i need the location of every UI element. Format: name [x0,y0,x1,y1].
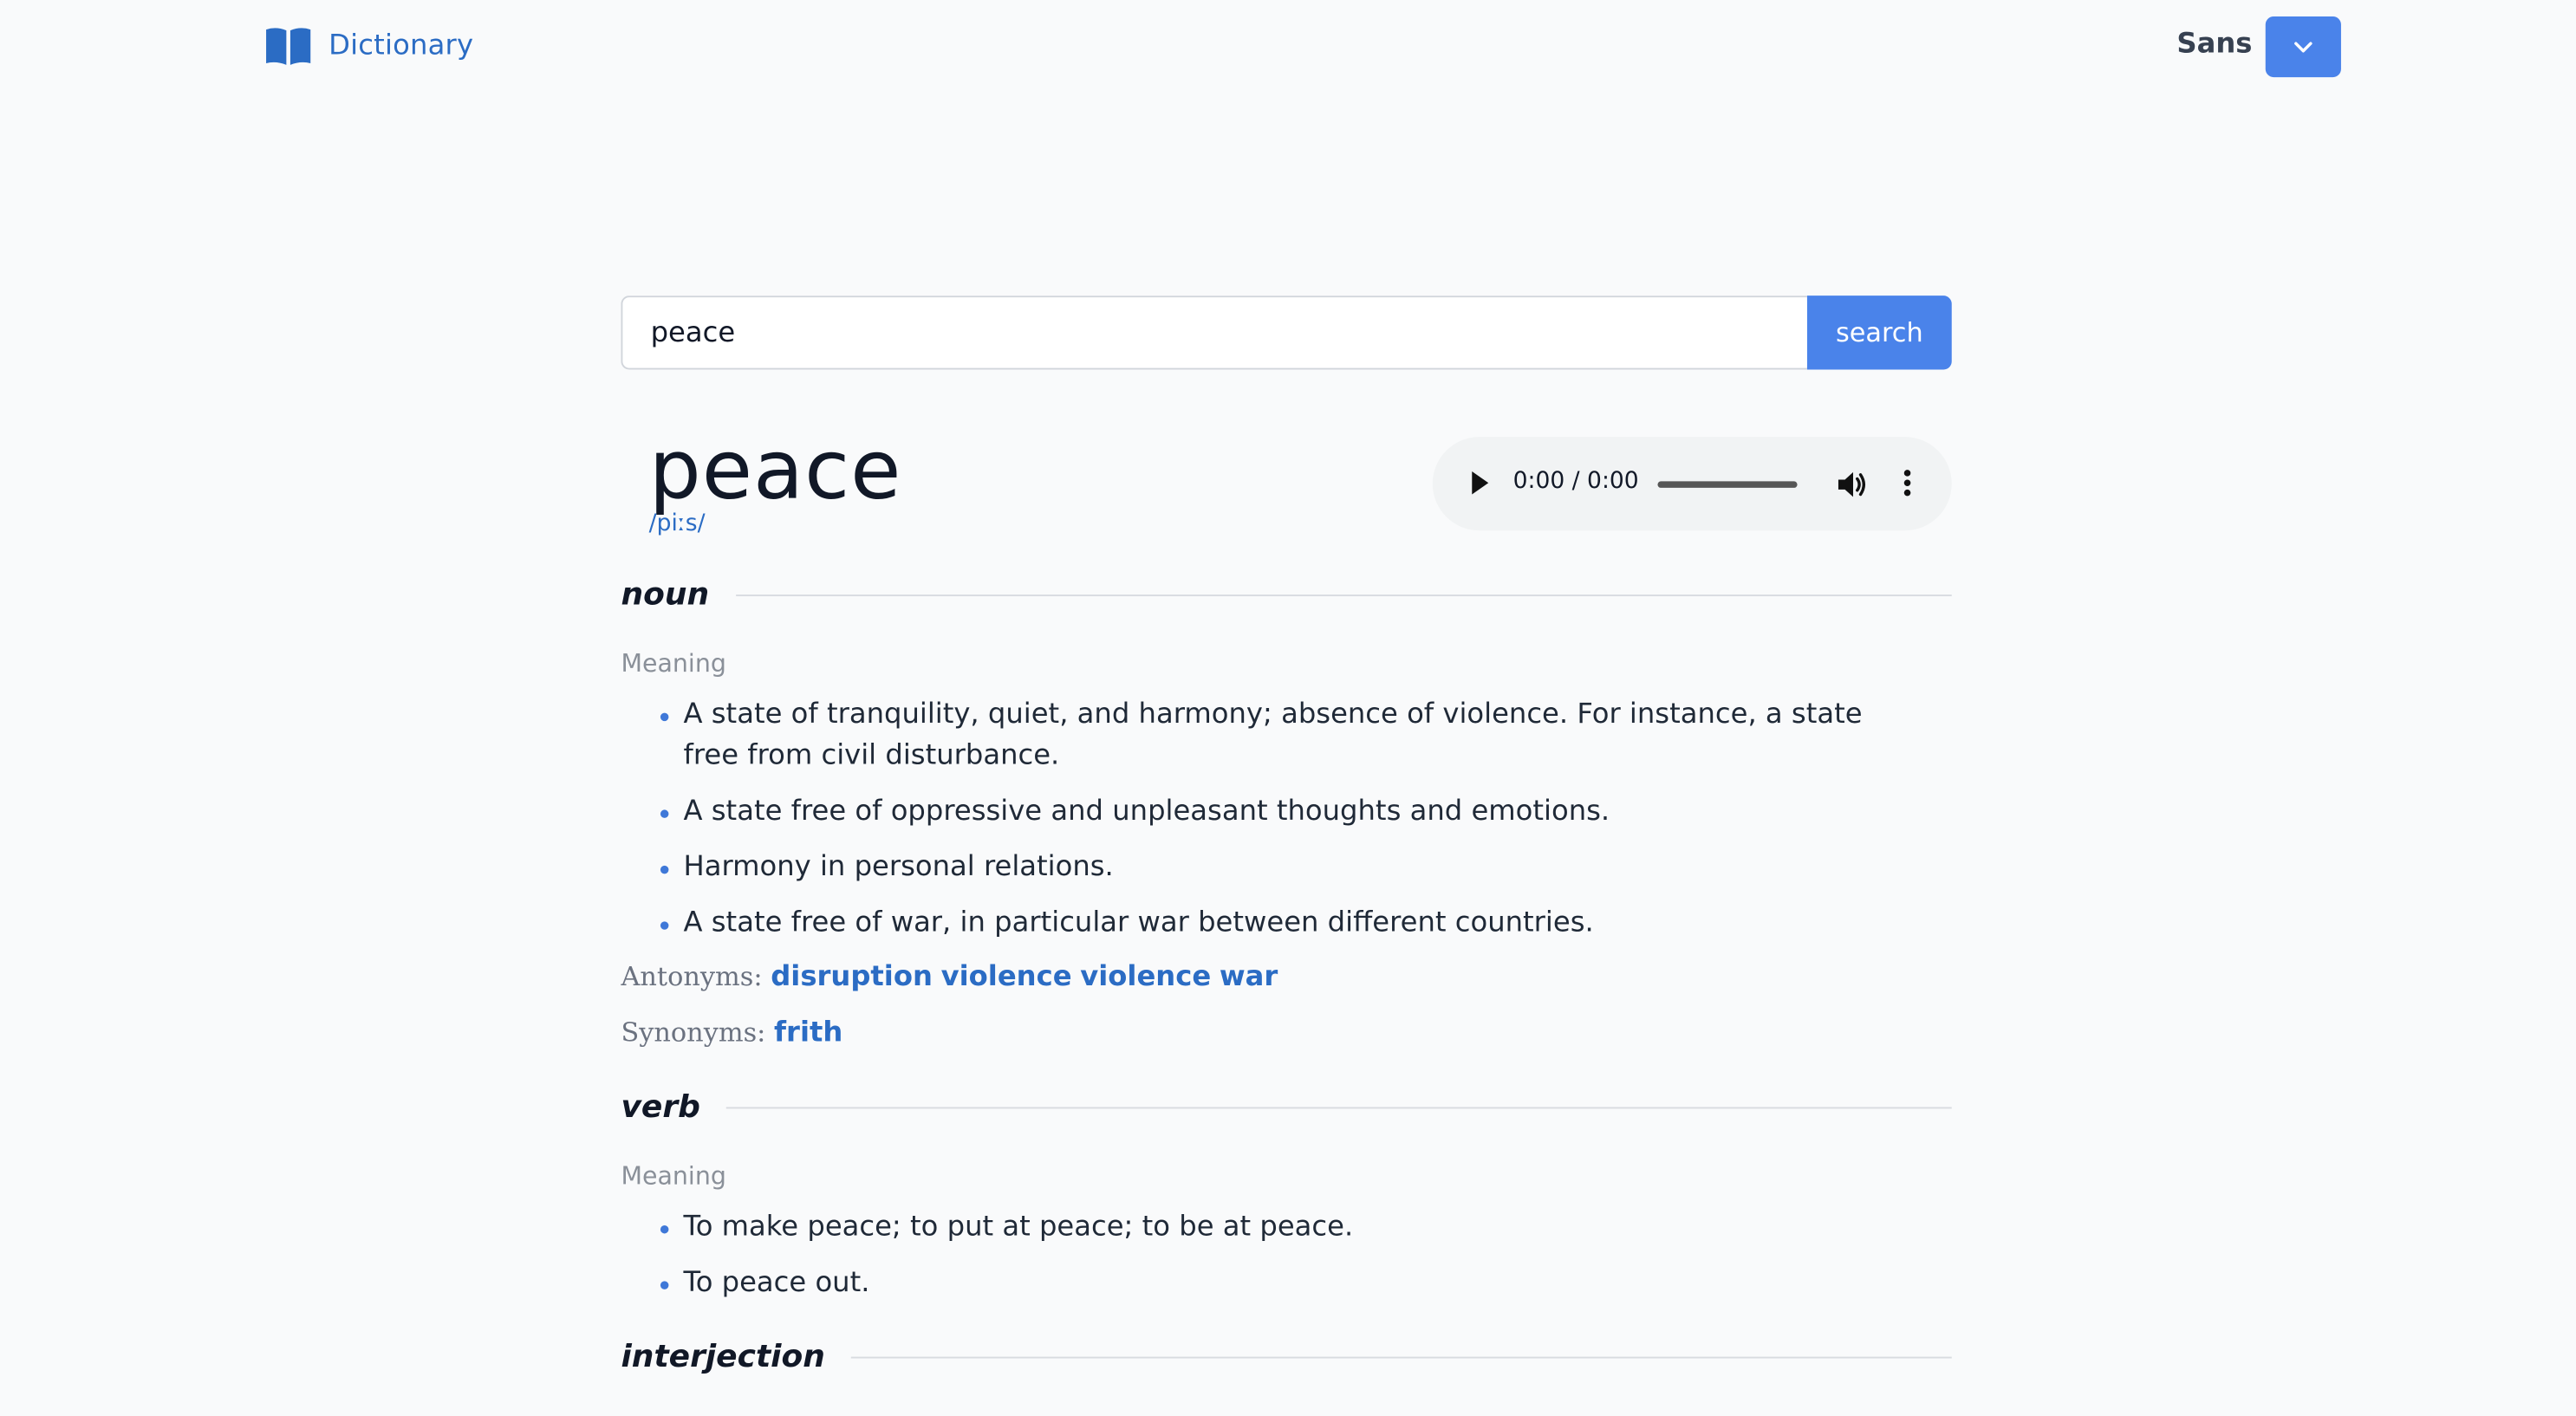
definition-list-noun: A state of tranquility, quiet, and harmo… [621,695,1918,959]
brand-link[interactable]: Dictionary [264,26,473,65]
meaning-label: Meaning [621,1161,726,1192]
entry-word: peace [648,422,902,518]
synonym-link[interactable]: frith [774,1017,842,1049]
antonyms-label: Antonyms: [621,960,763,992]
section-heading-interjection: interjection [621,1332,1952,1381]
part-of-speech-label: noun [621,576,710,613]
definition-item: A state free of war, in particular war b… [621,903,1918,944]
bullet-icon [660,1281,669,1289]
audio-time: 0:00 / 0:00 [1512,468,1639,495]
section-divider [851,1355,1952,1358]
entry-phonetic: /piːs/ [648,510,706,537]
definition-text: Harmony in personal relations. [683,850,1114,884]
definition-item: To make peace; to put at peace; to be at… [621,1207,1918,1248]
font-dropdown-button[interactable] [2265,16,2341,78]
bullet-icon [660,921,669,930]
definition-item: A state of tranquility, quiet, and harmo… [621,695,1918,777]
definition-item: Harmony in personal relations. [621,848,1918,888]
brand-label: Dictionary [329,29,474,63]
audio-player: 0:00 / 0:00 [1432,437,1952,531]
definition-text: A state free of war, in particular war b… [683,906,1594,940]
antonym-link[interactable]: violence [941,961,1072,994]
font-label: Sans [2176,28,2253,62]
audio-seek-bar[interactable] [1657,481,1798,488]
top-bar: Dictionary Sans [0,0,2576,92]
section-divider [726,1106,1952,1108]
play-icon[interactable] [1467,468,1493,497]
bullet-icon [660,865,669,874]
definition-item: A state free of oppressive and unpleasan… [621,792,1918,833]
section-heading-noun: noun [621,570,1952,620]
synonyms-row: Synonyms: frith [621,1017,842,1049]
search-button[interactable]: search [1806,296,1952,370]
chevron-down-icon [2293,35,2313,59]
part-of-speech-label: interjection [621,1338,825,1375]
bullet-icon [660,1224,669,1234]
page: Dictionary Sans search peace /piːs/ 0:00… [0,0,2576,1416]
synonyms-label: Synonyms: [621,1017,766,1049]
section-heading-verb: verb [621,1082,1952,1132]
antonym-link[interactable]: disruption [771,961,933,994]
open-book-icon [264,26,312,65]
bullet-icon [660,712,669,722]
definition-text: To peace out. [683,1266,870,1300]
meaning-label: Meaning [621,648,726,679]
antonyms-row: Antonyms: disruption violence violence w… [621,961,1278,994]
part-of-speech-label: verb [621,1088,700,1126]
definition-list-verb: To make peace; to put at peace; to be at… [621,1207,1918,1319]
search-bar: search [621,296,1952,370]
definition-text: To make peace; to put at peace; to be at… [683,1210,1354,1244]
antonym-link[interactable]: violence [1080,961,1211,994]
bullet-icon [660,809,669,818]
definition-text: A state of tranquility, quiet, and harmo… [683,698,1863,772]
antonym-link[interactable]: war [1220,961,1278,994]
definition-text: A state free of oppressive and unpleasan… [683,795,1610,828]
section-divider [735,594,1952,596]
volume-icon[interactable] [1835,468,1868,501]
more-vertical-icon[interactable] [1896,466,1919,499]
definition-item: To peace out. [621,1263,1918,1304]
search-input[interactable] [621,296,1807,370]
